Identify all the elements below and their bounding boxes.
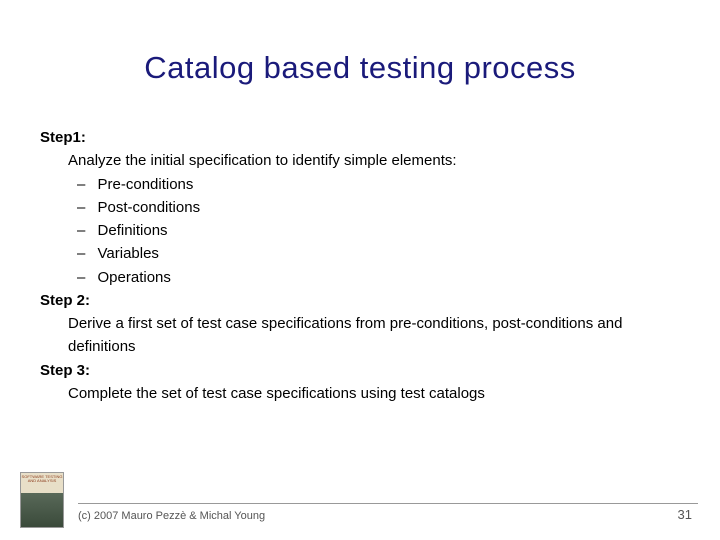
list-item: Operations: [95, 266, 680, 289]
step1-text: Analyze the initial specification to ide…: [40, 149, 680, 172]
step3-label: Step 3:: [40, 359, 680, 382]
list-item: Definitions: [95, 219, 680, 242]
step2-text: Derive a first set of test case specific…: [40, 312, 680, 359]
page-number: 31: [678, 507, 700, 528]
step3-text: Complete the set of test case specificat…: [40, 382, 680, 405]
book-icon-label: SOFTWARE TESTING AND ANALYSIS: [21, 473, 63, 493]
step2-label: Step 2:: [40, 289, 680, 312]
list-item: Post-conditions: [95, 196, 680, 219]
copyright-text: (c) 2007 Mauro Pezzè & Michal Young: [78, 510, 265, 528]
step1-bullets: Pre-conditions Post-conditions Definitio…: [40, 173, 680, 289]
footer: SOFTWARE TESTING AND ANALYSIS (c) 2007 M…: [0, 472, 720, 528]
slide-title: Catalog based testing process: [40, 50, 680, 86]
step1-label: Step1:: [40, 126, 680, 149]
book-icon: SOFTWARE TESTING AND ANALYSIS: [20, 472, 64, 528]
list-item: Variables: [95, 242, 680, 265]
footer-left: SOFTWARE TESTING AND ANALYSIS (c) 2007 M…: [20, 472, 265, 528]
list-item: Pre-conditions: [95, 173, 680, 196]
slide-content: Step1: Analyze the initial specification…: [40, 126, 680, 405]
slide: Catalog based testing process Step1: Ana…: [0, 0, 720, 540]
